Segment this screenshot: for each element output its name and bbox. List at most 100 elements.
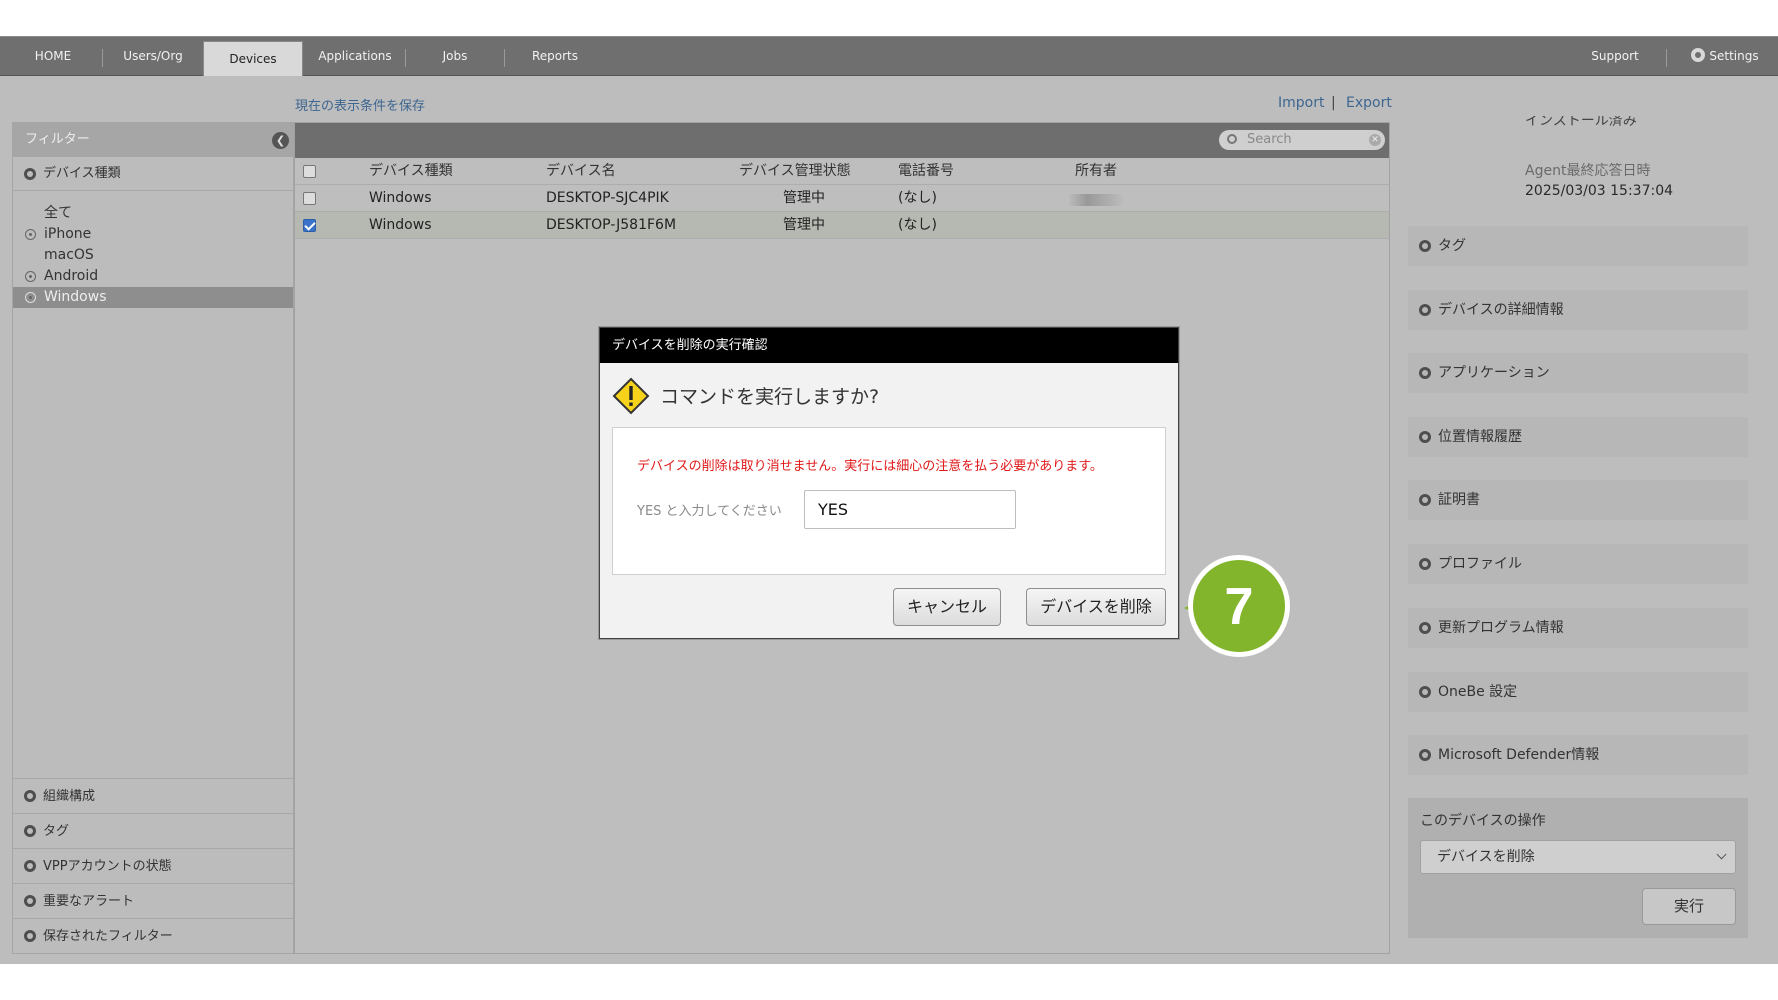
table-toolbar: Search ✕ <box>295 123 1389 158</box>
col-status[interactable]: デバイス管理状態 <box>739 158 851 185</box>
row-checkbox[interactable] <box>303 192 316 205</box>
rp-section-defender[interactable]: Microsoft Defender情報 <box>1408 735 1748 775</box>
table-row[interactable]: Windows DESKTOP-J581F6M 管理中 (なし) <box>295 212 1389 239</box>
section-label: OneBe 設定 <box>1438 684 1518 700</box>
table-row[interactable]: Windows DESKTOP-SJC4PIK 管理中 (なし) <box>295 185 1389 212</box>
export-link[interactable]: Export <box>1346 95 1392 111</box>
toggle-icon <box>1419 367 1431 379</box>
cell-name: DESKTOP-SJC4PIK <box>546 190 669 206</box>
section-label: タグ <box>43 824 70 839</box>
device-operations: このデバイスの操作 デバイスを削除 実行 <box>1408 798 1748 938</box>
operation-selected: デバイスを削除 <box>1437 849 1535 865</box>
col-owner[interactable]: 所有者 <box>1075 158 1117 185</box>
nav-jobs[interactable]: Jobs <box>420 37 490 76</box>
section-label: 組織構成 <box>43 789 96 804</box>
type-label: macOS <box>44 247 94 263</box>
nav-users-org[interactable]: Users/Org <box>110 37 196 76</box>
type-item-iphone[interactable]: iPhone <box>13 224 293 245</box>
filter-header-label: フィルター <box>25 132 90 147</box>
device-type-section[interactable]: デバイス種類 <box>13 157 293 191</box>
section-saved-filters[interactable]: 保存されたフィルター <box>13 918 293 953</box>
section-org[interactable]: 組織構成 <box>13 778 293 813</box>
warning-message: デバイスの削除は取り消せません。実行には細心の注意を払う必要があります。 <box>637 459 1103 474</box>
section-label: 位置情報履歴 <box>1438 429 1522 445</box>
save-view-link[interactable]: 現在の表示条件を保存 <box>295 95 425 114</box>
toggle-icon <box>24 895 36 907</box>
rp-section-location[interactable]: 位置情報履歴 <box>1408 417 1748 457</box>
rp-section-details[interactable]: デバイスの詳細情報 <box>1408 290 1748 330</box>
search-icon <box>1227 134 1237 144</box>
bottom-margin <box>0 964 1778 1000</box>
nav-separator <box>405 49 406 67</box>
search-input[interactable]: Search ✕ <box>1219 130 1385 150</box>
confirm-dialog: デバイスを削除の実行確認 コマンドを実行しますか? デバイスの削除は取り消せませ… <box>599 327 1179 639</box>
toggle-icon <box>24 860 36 872</box>
rp-section-updates[interactable]: 更新プログラム情報 <box>1408 608 1748 648</box>
section-label: 更新プログラム情報 <box>1438 620 1564 636</box>
dialog-title: デバイスを削除の実行確認 <box>600 328 1178 363</box>
import-link[interactable]: Import <box>1278 95 1324 111</box>
filter-sidebar: フィルター ❮ デバイス種類 全て iPhone macOS Android W… <box>12 122 294 954</box>
rp-section-certificates[interactable]: 証明書 <box>1408 480 1748 520</box>
toggle-icon <box>1419 494 1431 506</box>
toggle-icon <box>1419 686 1431 698</box>
toggle-icon <box>1419 304 1431 316</box>
row-checkbox[interactable] <box>303 219 316 232</box>
select-all-checkbox[interactable] <box>303 165 316 178</box>
collapse-icon[interactable]: ❮ <box>272 132 289 149</box>
step-marker: 7 <box>1184 555 1290 657</box>
type-item-windows[interactable]: Windows <box>13 287 293 308</box>
toggle-icon <box>24 825 36 837</box>
rp-section-onebe[interactable]: OneBe 設定 <box>1408 672 1748 712</box>
nav-applications[interactable]: Applications <box>312 37 398 76</box>
nav-settings-label: Settings <box>1709 49 1759 63</box>
type-item-macos[interactable]: macOS <box>13 245 293 266</box>
section-tag[interactable]: タグ <box>13 813 293 848</box>
section-label: 証明書 <box>1438 492 1480 508</box>
agent-response-value: 2025/03/03 15:37:04 <box>1525 183 1674 199</box>
cell-type: Windows <box>369 190 432 206</box>
toggle-icon <box>24 790 36 802</box>
section-label: タグ <box>1438 238 1466 254</box>
operations-label: このデバイスの操作 <box>1420 813 1546 829</box>
operation-select[interactable]: デバイスを削除 <box>1420 840 1736 874</box>
type-item-android[interactable]: Android <box>13 266 293 287</box>
screen: HOME Users/Org Devices Applications Jobs… <box>0 0 1778 1000</box>
rp-section-apps[interactable]: アプリケーション <box>1408 353 1748 393</box>
toggle-icon <box>24 930 36 942</box>
filter-header: フィルター ❮ <box>13 123 293 157</box>
execute-button[interactable]: 実行 <box>1642 888 1736 925</box>
device-type-label: デバイス種類 <box>43 166 121 181</box>
nav-settings[interactable]: Settings <box>1676 37 1774 76</box>
col-phone[interactable]: 電話番号 <box>898 158 954 185</box>
cancel-button[interactable]: キャンセル <box>893 588 1001 626</box>
cell-phone: (なし) <box>898 190 937 206</box>
toggle-icon <box>1419 240 1431 252</box>
dialog-question: コマンドを実行しますか? <box>660 386 880 408</box>
section-alerts[interactable]: 重要なアラート <box>13 883 293 918</box>
rp-section-profiles[interactable]: プロファイル <box>1408 544 1748 584</box>
nav-reports[interactable]: Reports <box>518 37 592 76</box>
nav-separator <box>102 49 103 67</box>
agent-response-label: Agent最終応答日時 <box>1525 163 1651 179</box>
type-item-all[interactable]: 全て <box>13 203 293 224</box>
cell-status: 管理中 <box>783 217 825 233</box>
nav-home[interactable]: HOME <box>18 37 88 76</box>
clear-icon[interactable]: ✕ <box>1369 134 1381 146</box>
rp-section-tag[interactable]: タグ <box>1408 226 1748 266</box>
expand-icon <box>25 271 36 282</box>
device-type-list: 全て iPhone macOS Android Windows <box>13 203 293 308</box>
nav-support[interactable]: Support <box>1578 37 1652 76</box>
toggle-icon <box>1419 558 1431 570</box>
install-status: インストール済み <box>1525 116 1637 128</box>
delete-device-button[interactable]: デバイスを削除 <box>1026 588 1166 626</box>
nav-devices[interactable]: Devices <box>203 41 303 77</box>
confirm-input[interactable] <box>804 490 1016 529</box>
section-label: 保存されたフィルター <box>43 929 173 944</box>
cell-type: Windows <box>369 217 432 233</box>
section-vpp[interactable]: VPPアカウントの状態 <box>13 848 293 883</box>
col-name[interactable]: デバイス名 <box>546 158 616 185</box>
toggle-icon <box>24 168 36 180</box>
col-type[interactable]: デバイス種類 <box>369 158 453 185</box>
step-number: 7 <box>1225 578 1254 636</box>
